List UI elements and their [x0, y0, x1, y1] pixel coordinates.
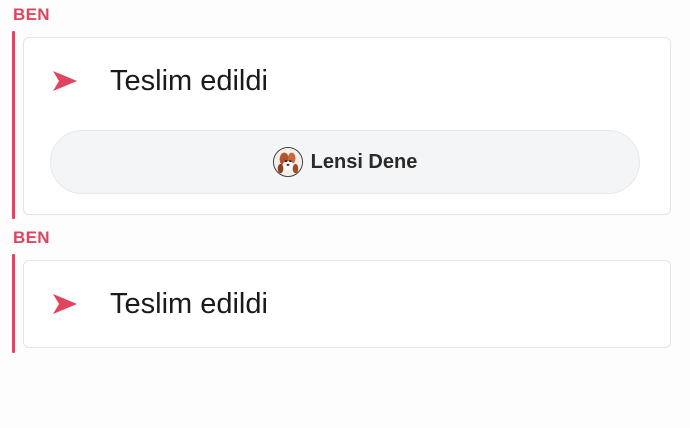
thread-indicator-bar: [12, 254, 15, 353]
arrow-icon: [53, 71, 77, 91]
viewer-name: Lensi Dene: [310, 150, 418, 173]
arrow-icon: [53, 294, 77, 314]
message-card[interactable]: Teslim edildi Lensi Dene: [23, 37, 671, 215]
thread-indicator-bar: [12, 31, 15, 219]
delivery-status: Teslim edildi: [110, 65, 268, 97]
status-row: [52, 66, 78, 96]
message-card[interactable]: Teslim edildi: [23, 260, 671, 348]
viewer-chip[interactable]: Lensi Dene: [50, 130, 640, 194]
status-row: [52, 289, 78, 319]
chat-thread: BEN Teslim edildi Lensi Dene BEN Teslim …: [0, 0, 690, 428]
delivery-status: Teslim edildi: [110, 288, 268, 320]
avatar-icon: [272, 147, 303, 177]
sender-label: BEN: [13, 5, 50, 24]
sender-label: BEN: [13, 228, 50, 247]
